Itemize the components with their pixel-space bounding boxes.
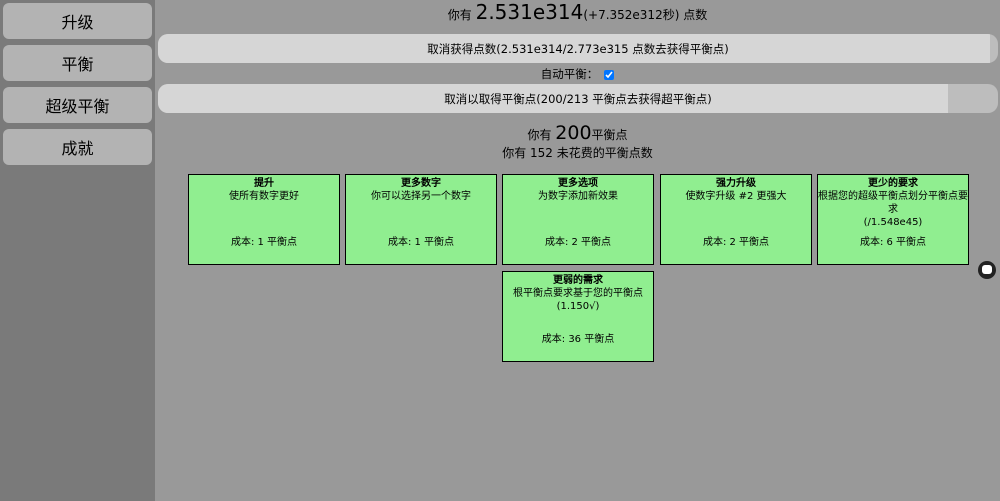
upgrade-card-boost[interactable]: 提升 使所有数字更好 成本: 1 平衡点	[188, 174, 340, 265]
unspent-balance-line: 你有 152 未花费的平衡点数	[502, 146, 653, 160]
upgrade-card-weaker-requirement[interactable]: 更弱的需求 根平衡点要求基于您的平衡点 (1.150√) 成本: 36 平衡点	[502, 271, 654, 362]
upgrade-description: 根平衡点要求基于您的平衡点	[513, 288, 643, 299]
upgrade-card-more-options[interactable]: 更多选项 为数字添加新效果 成本: 2 平衡点	[502, 174, 654, 265]
points-display: 你有 2.531e314(+7.352e312秒) 点数	[155, 0, 1000, 27]
upgrade-cost: 成本: 6 平衡点	[859, 237, 927, 248]
auto-balance-row: 自动平衡：	[155, 66, 1000, 82]
nav-balance-button[interactable]: 平衡	[3, 45, 152, 81]
upgrade-title: 更弱的需求	[553, 275, 603, 286]
main-panel: 你有 2.531e314(+7.352e312秒) 点数 取消获得点数(2.53…	[155, 0, 1000, 501]
upgrade-card-more-numbers[interactable]: 更多数字 你可以选择另一个数字 成本: 1 平衡点	[345, 174, 497, 265]
upgrade-cost: 成本: 1 平衡点	[230, 237, 298, 248]
auto-balance-label: 自动平衡：	[540, 67, 599, 81]
extension-avatar-icon[interactable]	[978, 261, 996, 279]
balance-info: 你有 200平衡点 你有 152 未花费的平衡点数	[155, 124, 1000, 162]
points-prefix: 你有	[447, 8, 472, 22]
sidebar: 升级 平衡 超级平衡 成就	[0, 0, 155, 501]
nav-upgrades-button[interactable]: 升级	[3, 3, 152, 39]
points-suffix: 点数	[683, 8, 708, 22]
upgrade-cost: 成本: 36 平衡点	[541, 334, 615, 345]
upgrade-title: 强力升级	[716, 178, 756, 189]
balance-amount: 200	[555, 122, 592, 144]
points-amount: 2.531e314	[475, 0, 584, 24]
balance-reset-label: 取消获得点数(2.531e314/2.773e315 点数去获得平衡点)	[427, 41, 729, 56]
upgrade-card-power-upgrade[interactable]: 强力升级 使数字升级 #2 更强大 成本: 2 平衡点	[660, 174, 812, 265]
balance-unit: 平衡点	[591, 128, 628, 142]
upgrade-title: 更多数字	[401, 178, 441, 189]
avatar-face	[982, 265, 992, 274]
nav-super-balance-button[interactable]: 超级平衡	[3, 87, 152, 123]
auto-balance-checkbox[interactable]	[604, 69, 615, 80]
upgrade-description: 你可以选择另一个数字	[371, 191, 471, 202]
upgrade-description: 使数字升级 #2 更强大	[685, 191, 787, 202]
upgrade-effect: (/1.548e45)	[863, 217, 923, 228]
points-rate: (+7.352e312秒)	[583, 8, 680, 22]
balance-prefix: 你有	[527, 128, 552, 142]
upgrade-cost: 成本: 2 平衡点	[544, 237, 612, 248]
upgrade-description: 使所有数字更好	[229, 191, 299, 202]
upgrade-title: 更少的要求	[868, 178, 918, 189]
upgrade-cost: 成本: 2 平衡点	[702, 237, 770, 248]
balance-reset-button[interactable]: 取消获得点数(2.531e314/2.773e315 点数去获得平衡点)	[158, 34, 998, 63]
super-balance-reset-label: 取消以取得平衡点(200/213 平衡点去获得超平衡点)	[444, 91, 712, 106]
upgrade-description: 为数字添加新效果	[538, 191, 618, 202]
upgrade-card-fewer-requirements[interactable]: 更少的要求 根据您的超级平衡点划分平衡点要求 (/1.548e45) 成本: 6…	[817, 174, 969, 265]
nav-achievements-button[interactable]: 成就	[3, 129, 152, 165]
balance-amount-line: 你有 200平衡点	[155, 124, 1000, 144]
upgrade-description: 根据您的超级平衡点划分平衡点要求	[818, 191, 968, 215]
upgrade-title: 提升	[254, 178, 274, 189]
upgrade-cost: 成本: 1 平衡点	[387, 237, 455, 248]
upgrade-title: 更多选项	[558, 178, 598, 189]
super-balance-reset-button[interactable]: 取消以取得平衡点(200/213 平衡点去获得超平衡点)	[158, 84, 998, 113]
upgrade-effect: (1.150√)	[556, 301, 600, 312]
